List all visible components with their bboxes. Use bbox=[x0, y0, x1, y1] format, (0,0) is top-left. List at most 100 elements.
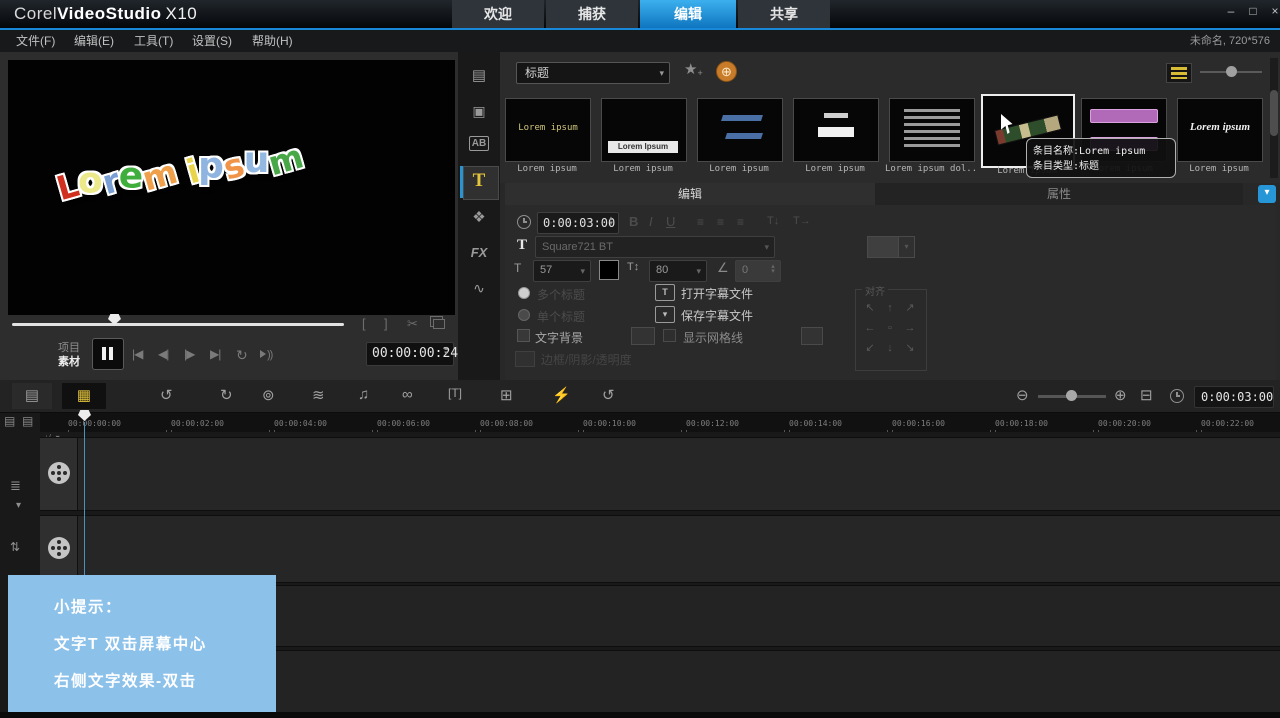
horizontal-text-icon[interactable]: T→ bbox=[793, 215, 811, 227]
zoom-in-icon[interactable]: ⊕ bbox=[1114, 386, 1127, 404]
track-chevron-icon[interactable]: ▾ bbox=[16, 500, 21, 511]
volume-icon[interactable]: )) bbox=[260, 347, 273, 361]
align-top-left-icon[interactable]: ↖ bbox=[860, 298, 880, 318]
radio-single-title[interactable] bbox=[518, 309, 530, 321]
undo-icon[interactable]: ↺ bbox=[160, 386, 173, 404]
align-top-right-icon[interactable]: ↗ bbox=[900, 298, 920, 318]
repeat-icon[interactable]: ↻ bbox=[236, 347, 248, 364]
grid-options-icon[interactable] bbox=[801, 327, 823, 345]
add-to-favorites-icon[interactable]: ★+ bbox=[684, 60, 703, 78]
storyboard-view-icon[interactable]: ▤ bbox=[12, 383, 52, 409]
track-toggle-icon[interactable]: ▤ bbox=[4, 414, 15, 428]
filter-icon[interactable]: FX bbox=[458, 245, 500, 260]
underline-icon[interactable]: U bbox=[666, 214, 675, 229]
align-bottom-right-icon[interactable]: ↘ bbox=[900, 338, 920, 358]
rotation-input[interactable]: 0 ▴ ▾ bbox=[735, 260, 781, 282]
library-scrollbar-thumb[interactable] bbox=[1270, 90, 1278, 136]
open-subtitle-button[interactable]: 打开字幕文件 bbox=[681, 285, 753, 302]
minimize-button[interactable]: – bbox=[1222, 3, 1240, 19]
spin-down-icon[interactable]: ▾ bbox=[441, 350, 451, 357]
menu-edit[interactable]: 编辑(E) bbox=[74, 30, 114, 52]
font-size-dropdown[interactable]: 57 ▾ bbox=[533, 260, 591, 282]
globe-icon[interactable]: ⊕ bbox=[716, 61, 737, 82]
align-center-icon[interactable]: ▫ bbox=[880, 318, 900, 338]
title-thumbnail-4[interactable] bbox=[793, 98, 879, 162]
tab-options-attributes[interactable]: 属性 bbox=[875, 183, 1243, 205]
show-grid-checkbox[interactable] bbox=[663, 329, 676, 342]
timeline-timecode-box[interactable]: 0:00:03:00 bbox=[1194, 386, 1274, 408]
save-subtitle-button[interactable]: 保存字幕文件 bbox=[681, 307, 753, 324]
fit-timeline-icon[interactable]: ⊟ bbox=[1140, 386, 1153, 404]
transition-circles-icon[interactable]: ∞ bbox=[402, 386, 413, 403]
duration-input[interactable]: 0:00:03:00 ▴ ▾ bbox=[537, 212, 619, 234]
align-left-icon[interactable]: ≡ bbox=[697, 215, 704, 229]
pause-button[interactable] bbox=[92, 338, 124, 370]
menu-file[interactable]: 文件(F) bbox=[16, 30, 55, 52]
thumbnail-view-icon[interactable] bbox=[1166, 63, 1192, 83]
graphic-icon[interactable]: ❖ bbox=[458, 208, 500, 226]
subtitle-editor-icon[interactable]: [T] bbox=[448, 386, 462, 400]
gallery-dropdown[interactable]: 标题 ▾ bbox=[516, 62, 670, 84]
panel-collapse-chevron-icon[interactable]: ▾ bbox=[1258, 185, 1276, 203]
backdrop-options-icon[interactable] bbox=[631, 327, 655, 345]
track-manager-icon[interactable]: ≣ bbox=[10, 478, 21, 494]
duration-spinner[interactable]: ▴ ▾ bbox=[606, 215, 616, 227]
preview-video[interactable]: Lorem ipsum bbox=[8, 60, 455, 315]
video-track[interactable] bbox=[40, 437, 1280, 511]
rotation-spinner[interactable]: ▴ ▾ bbox=[768, 263, 778, 275]
line-spacing-dropdown[interactable]: 80 ▾ bbox=[649, 260, 707, 282]
maximize-button[interactable]: □ bbox=[1244, 3, 1262, 19]
spin-down-icon[interactable]: ▾ bbox=[606, 220, 616, 227]
bold-icon[interactable]: B bbox=[629, 214, 638, 229]
transition-icon[interactable]: AB bbox=[458, 136, 500, 151]
font-dropdown[interactable]: Square721 BT ▾ bbox=[535, 236, 775, 258]
mark-in-icon[interactable]: [ bbox=[362, 316, 366, 331]
track-toggle-icon-2[interactable]: ▤ bbox=[22, 414, 33, 428]
mode-clip-label[interactable]: 素材 bbox=[58, 353, 80, 369]
prev-frame-icon[interactable]: ◀| bbox=[158, 347, 169, 361]
vertical-text-icon[interactable]: T↓ bbox=[767, 215, 779, 227]
align-center-icon[interactable]: ≡ bbox=[717, 215, 724, 229]
tab-capture[interactable]: 捕获 bbox=[546, 0, 638, 28]
media-icon[interactable]: ▤ bbox=[458, 66, 500, 84]
direction-dropdown-caret-icon[interactable]: ▾ bbox=[898, 236, 915, 258]
title-thumbnail-3[interactable] bbox=[697, 98, 783, 162]
timecode-spinner[interactable]: ▴ ▾ bbox=[441, 345, 451, 357]
go-end-icon[interactable]: ▶| bbox=[210, 347, 221, 361]
instant-project-icon[interactable]: ▣ bbox=[458, 103, 500, 120]
align-bottom-center-icon[interactable]: ↓ bbox=[880, 338, 900, 358]
tab-options-edit[interactable]: 编辑 bbox=[505, 183, 875, 205]
overlay-track[interactable] bbox=[40, 515, 1280, 583]
multicam-editor-icon[interactable]: ⊞ bbox=[500, 386, 513, 404]
title-thumbnail-2[interactable]: Lorem Ipsum bbox=[601, 98, 687, 162]
align-mid-left-icon[interactable]: ← bbox=[860, 318, 880, 338]
align-mid-right-icon[interactable]: → bbox=[900, 318, 920, 338]
tab-share[interactable]: 共享 bbox=[738, 0, 830, 28]
record-capture-icon[interactable]: ⊚ bbox=[262, 386, 275, 404]
overlay-track-header[interactable] bbox=[40, 516, 78, 582]
go-start-icon[interactable]: |◀ bbox=[132, 347, 143, 361]
spin-down-icon[interactable]: ▾ bbox=[768, 268, 778, 275]
timeline-ruler[interactable]: 00:00:00:00 00:00:02:00 00:00:04:00 00:00:0… bbox=[40, 413, 1280, 432]
radio-multiple-titles[interactable] bbox=[518, 287, 530, 299]
auto-music-icon[interactable]: ♫ bbox=[358, 386, 369, 403]
tab-welcome[interactable]: 欢迎 bbox=[452, 0, 544, 28]
timeline-zoom-slider-knob[interactable] bbox=[1066, 390, 1077, 401]
direction-dropdown[interactable] bbox=[867, 236, 899, 258]
path-icon[interactable]: ∿ bbox=[458, 280, 500, 297]
align-right-icon[interactable]: ≡ bbox=[737, 215, 744, 229]
menu-settings[interactable]: 设置(S) bbox=[192, 30, 232, 52]
font-color-swatch[interactable] bbox=[599, 260, 619, 280]
zoom-out-icon[interactable]: ⊖ bbox=[1016, 386, 1029, 404]
thumb-size-slider-knob[interactable] bbox=[1226, 66, 1237, 77]
title-thumbnail-1[interactable]: Lorem ipsum bbox=[505, 98, 591, 162]
mark-out-icon[interactable]: ] bbox=[384, 316, 388, 331]
align-top-center-icon[interactable]: ↑ bbox=[880, 298, 900, 318]
sound-mixer-icon[interactable]: ≋ bbox=[312, 386, 325, 404]
align-bottom-left-icon[interactable]: ↙ bbox=[860, 338, 880, 358]
time-remap-icon[interactable]: ↺ bbox=[602, 386, 615, 404]
redo-icon[interactable]: ↻ bbox=[220, 386, 233, 404]
close-button[interactable]: × bbox=[1266, 3, 1280, 19]
scrub-track[interactable] bbox=[12, 323, 344, 326]
video-track-header[interactable] bbox=[40, 438, 78, 510]
